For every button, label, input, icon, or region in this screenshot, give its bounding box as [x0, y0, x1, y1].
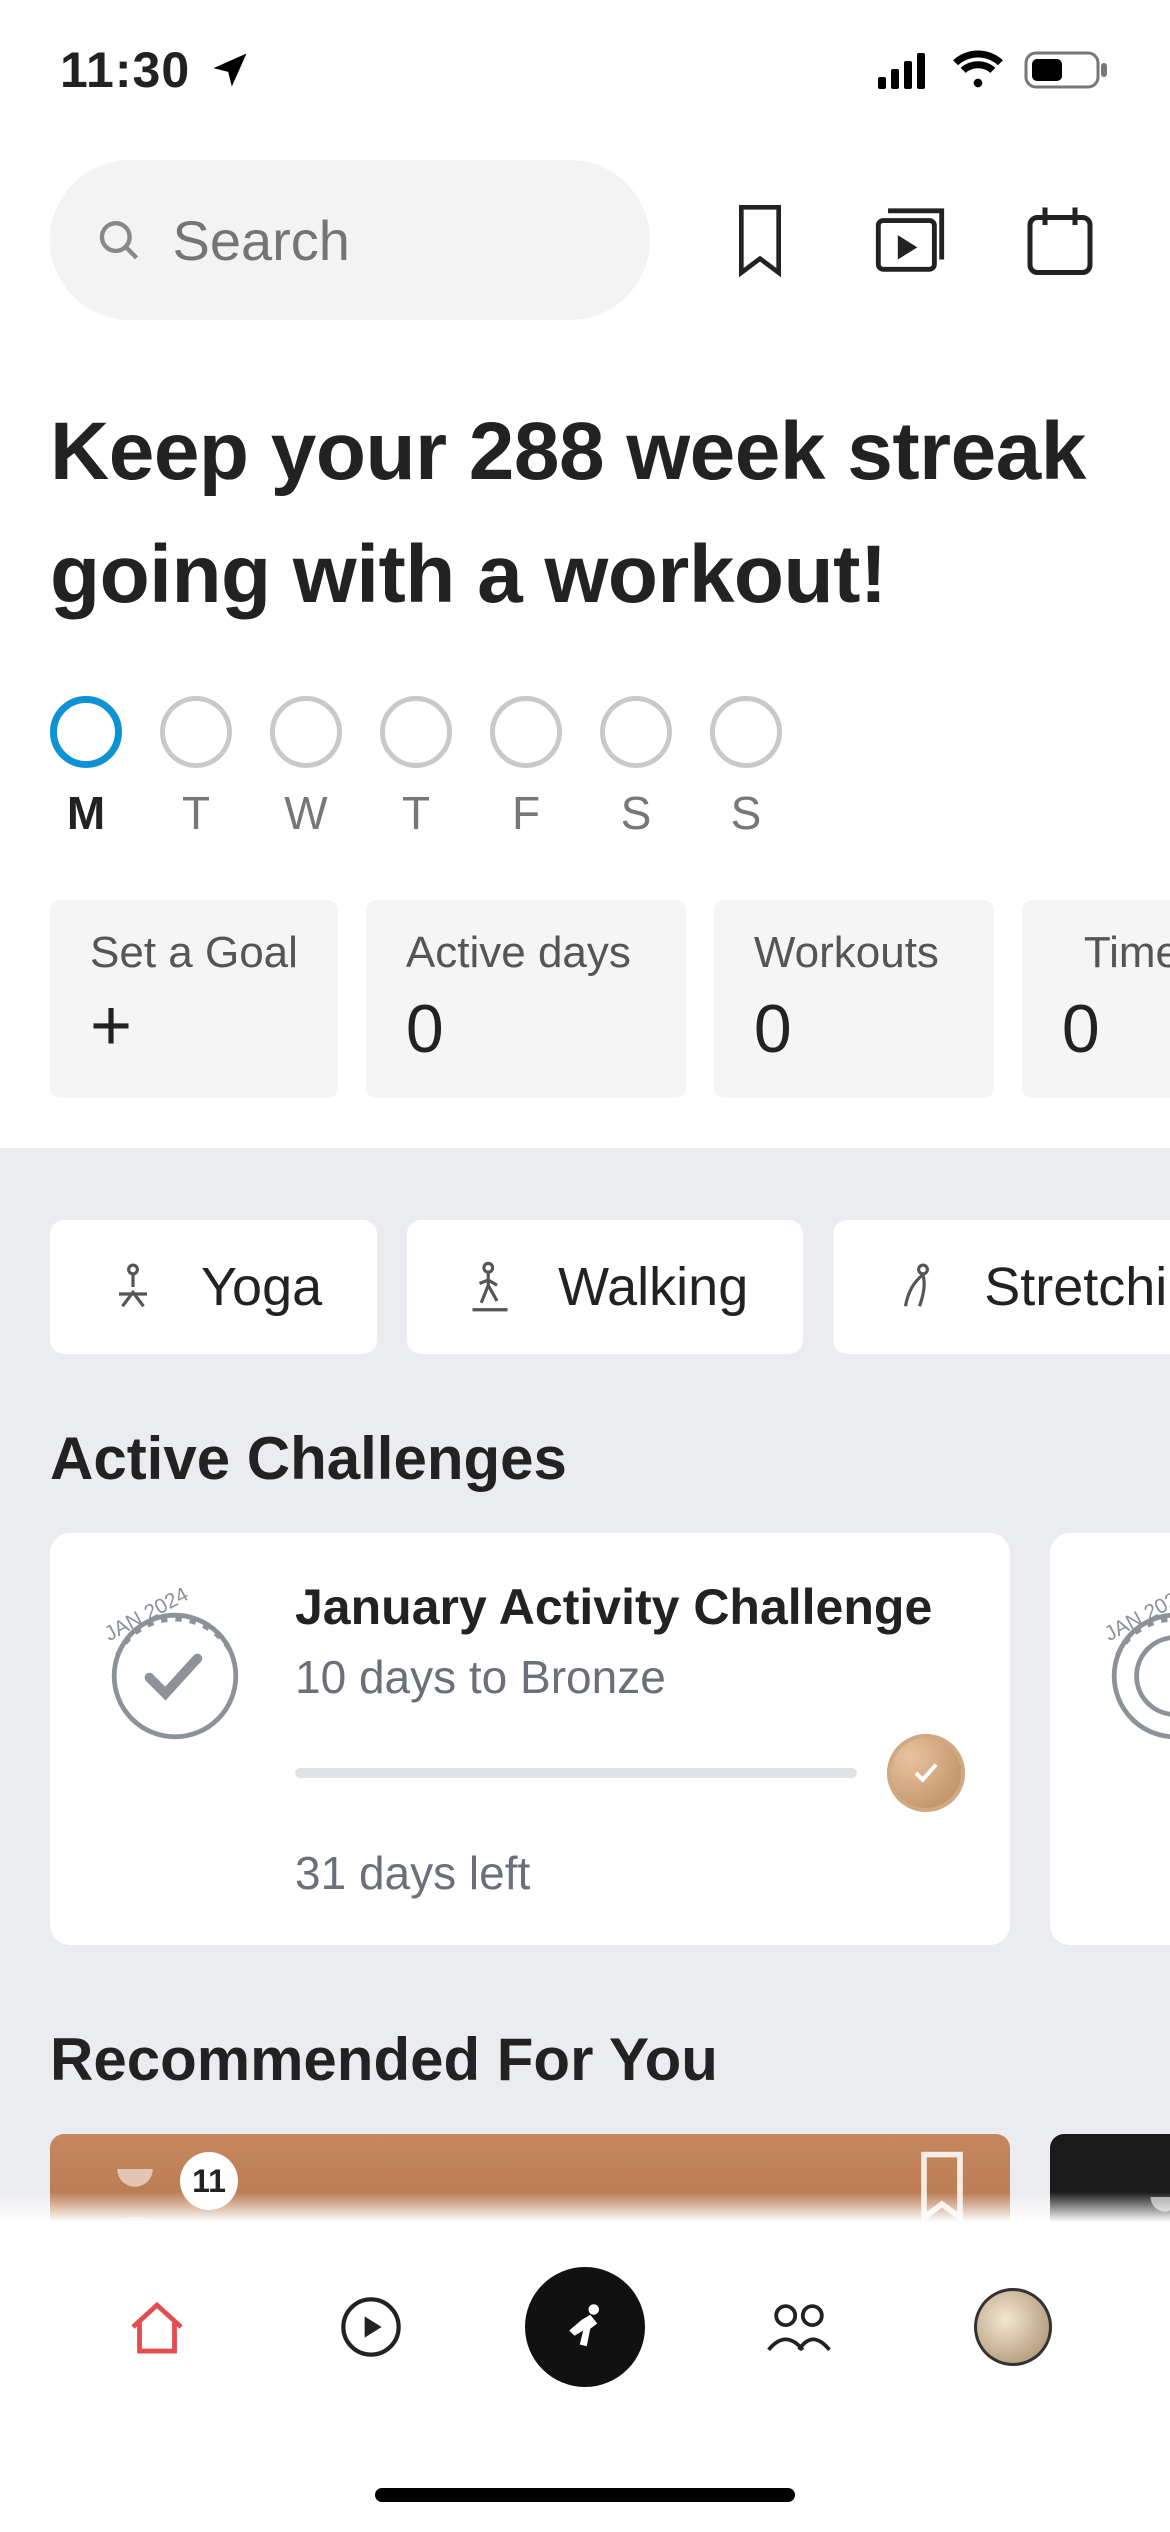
bronze-medal-icon: [887, 1734, 965, 1812]
stat-active-days[interactable]: Active days 0: [366, 900, 686, 1098]
status-indicators: [878, 49, 1110, 91]
videos-button[interactable]: [870, 200, 950, 280]
search-icon: [95, 212, 142, 268]
weekday-mon[interactable]: M: [50, 696, 122, 840]
svg-text:JAN 2024: JAN 2024: [1101, 1588, 1170, 1646]
category-walking[interactable]: Walking: [407, 1220, 803, 1354]
stat-value: 0: [1062, 990, 1170, 1068]
home-icon: [122, 2292, 192, 2362]
stat-title: Active days: [406, 928, 646, 978]
running-icon: [557, 2299, 613, 2355]
section-title-recommended: Recommended For You: [0, 2025, 1170, 2134]
battery-icon: [1024, 49, 1110, 91]
home-indicator[interactable]: [375, 2488, 795, 2502]
weekday-thu[interactable]: T: [380, 696, 452, 840]
stretching-icon: [888, 1259, 944, 1315]
header-bar: [0, 130, 1170, 350]
walking-icon: [462, 1259, 518, 1315]
stat-value: 0: [406, 990, 646, 1068]
tab-home[interactable]: [97, 2267, 217, 2387]
chip-label: Yoga: [201, 1256, 322, 1318]
weekday-fri[interactable]: F: [490, 696, 562, 840]
challenge-days-left: 31 days left: [295, 1846, 965, 1900]
location-icon: [208, 48, 252, 92]
stats-row[interactable]: Set a Goal + Active days 0 Workouts 0 Ti…: [0, 870, 1170, 1148]
category-chips[interactable]: Yoga Walking Stretching: [0, 1220, 1170, 1424]
challenge-badge-icon: JAN 2024: [95, 1588, 255, 1748]
yoga-icon: [105, 1259, 161, 1315]
avatar-icon: [974, 2288, 1052, 2366]
tab-community[interactable]: [739, 2267, 859, 2387]
status-bar: 11:30: [0, 0, 1170, 130]
stat-time[interactable]: Time 0: [1022, 900, 1170, 1098]
workout-count-badge: 11: [180, 2152, 238, 2210]
cellular-icon: [878, 51, 932, 89]
category-stretching[interactable]: Stretching: [833, 1220, 1170, 1354]
stat-set-goal[interactable]: Set a Goal +: [50, 900, 338, 1098]
search-box[interactable]: [50, 160, 650, 320]
plus-icon: +: [90, 990, 298, 1062]
chip-label: Walking: [558, 1256, 748, 1318]
challenge-card[interactable]: JAN 2024 January Activity Challenge 10 d…: [50, 1533, 1010, 1945]
bookmark-icon: [732, 201, 788, 279]
tab-bar: [0, 2222, 1170, 2532]
weekday-wed[interactable]: W: [270, 696, 342, 840]
tab-profile[interactable]: [953, 2267, 1073, 2387]
wifi-icon: [952, 50, 1004, 90]
challenge-subtitle: 10 days to Bronze: [295, 1650, 965, 1704]
bookmark-icon[interactable]: [914, 2150, 970, 2222]
section-title-challenges: Active Challenges: [0, 1424, 1170, 1533]
play-circle-icon: [337, 2293, 405, 2361]
status-time: 11:30: [60, 41, 190, 99]
category-yoga[interactable]: Yoga: [50, 1220, 377, 1354]
people-icon: [761, 2297, 837, 2357]
content-section: Yoga Walking Stretching Active Challenge…: [0, 1148, 1170, 2304]
challenge-progress-bar: [295, 1768, 857, 1778]
stat-workouts[interactable]: Workouts 0: [714, 900, 994, 1098]
stat-value: 0: [754, 990, 954, 1068]
status-time-group: 11:30: [60, 41, 252, 99]
challenge-title: January Activity Challenge: [295, 1578, 965, 1636]
tab-workout[interactable]: [525, 2267, 645, 2387]
stat-title: Workouts: [754, 928, 954, 978]
stat-title: Time: [1062, 928, 1170, 978]
chip-label: Stretching: [984, 1256, 1170, 1318]
video-library-icon: [871, 201, 949, 279]
calendar-icon: [1020, 200, 1100, 280]
streak-headline: Keep your 288 week streak going with a w…: [0, 350, 1170, 666]
bookmarks-button[interactable]: [720, 200, 800, 280]
challenge-card-next[interactable]: JAN 2024: [1050, 1533, 1170, 1945]
weekday-sat[interactable]: S: [600, 696, 672, 840]
search-input[interactable]: [172, 208, 605, 273]
weekday-sun[interactable]: S: [710, 696, 782, 840]
tab-play[interactable]: [311, 2267, 431, 2387]
weekday-tue[interactable]: T: [160, 696, 232, 840]
stat-title: Set a Goal: [90, 928, 298, 978]
calendar-button[interactable]: [1020, 200, 1100, 280]
challenges-carousel[interactable]: JAN 2024 January Activity Challenge 10 d…: [0, 1533, 1170, 2025]
week-row: M T W T F S S: [0, 666, 1170, 870]
challenge-badge-icon: JAN 2024: [1095, 1588, 1170, 1748]
